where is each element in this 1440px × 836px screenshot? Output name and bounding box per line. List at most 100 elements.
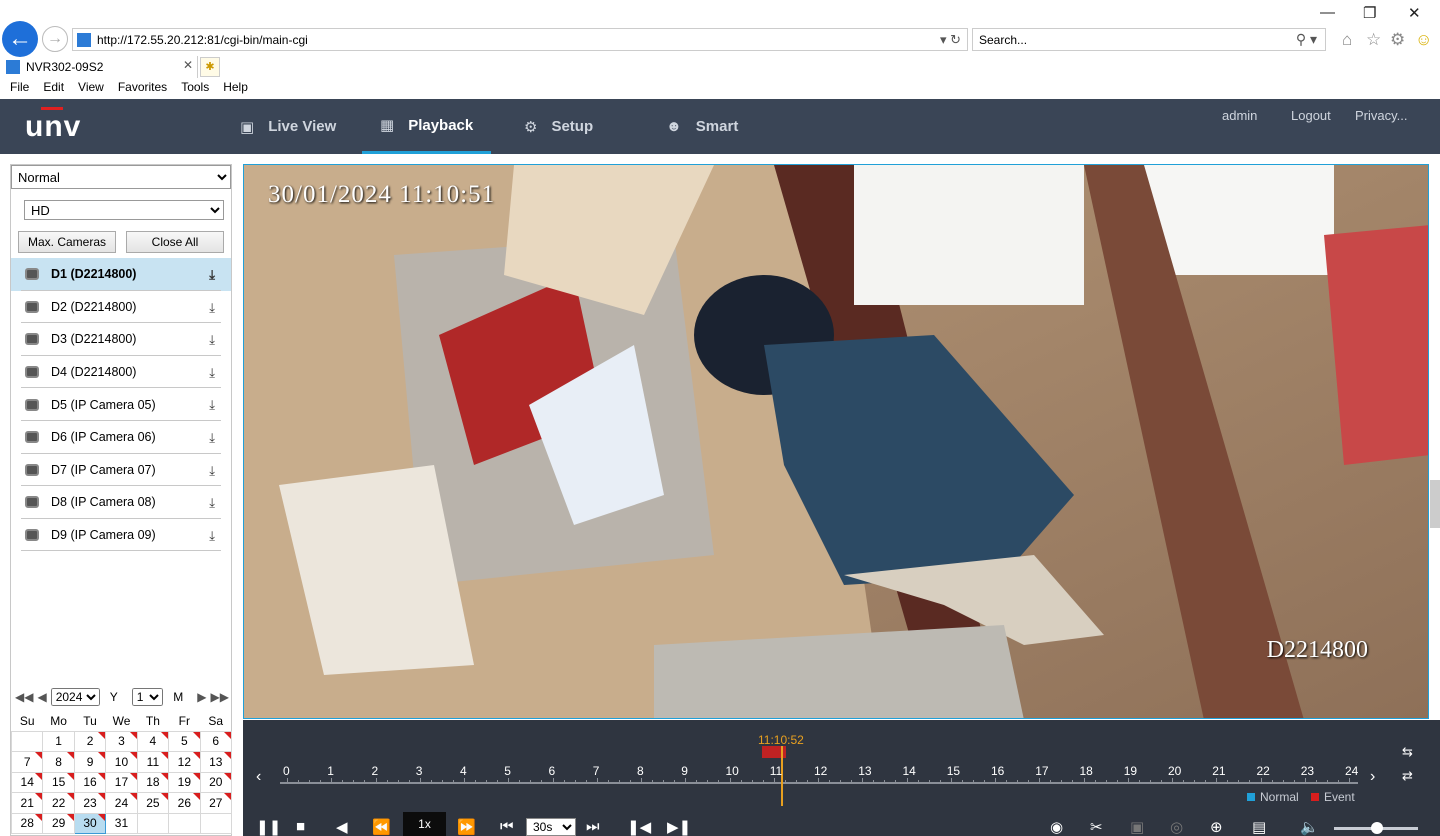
- camera-item[interactable]: D6 (IP Camera 06) ⤓: [11, 421, 231, 454]
- video-window[interactable]: 30/01/2024 11:10:51 D2214800: [243, 164, 1429, 719]
- nav-live-view[interactable]: ▣ Live View: [240, 99, 336, 154]
- snapshot-icon[interactable]: ◉: [1050, 818, 1063, 836]
- frame-back-icon[interactable]: ❚◀: [627, 818, 651, 836]
- pause-icon[interactable]: ❚❚: [256, 818, 281, 836]
- zoom-in-timeline-icon[interactable]: ⇆: [1402, 744, 1413, 760]
- calendar-day[interactable]: 31: [105, 812, 138, 834]
- browser-tab[interactable]: NVR302-09S2 ✕: [0, 56, 198, 78]
- download-icon[interactable]: ⤓: [209, 300, 215, 316]
- calendar-day[interactable]: 16: [73, 771, 107, 793]
- zoom-out-timeline-icon[interactable]: ⇄: [1402, 768, 1413, 784]
- calendar-day[interactable]: 29: [42, 812, 75, 834]
- camera-item[interactable]: D2 (D2214800) ⤓: [11, 291, 231, 324]
- download-icon[interactable]: ⤓: [209, 332, 215, 348]
- camera-item[interactable]: D4 (D2214800) ⤓: [11, 356, 231, 389]
- calendar-day[interactable]: 1: [42, 730, 75, 752]
- save-clip-icon[interactable]: ▣: [1130, 818, 1144, 836]
- calendar-day[interactable]: 24: [105, 792, 138, 814]
- skip-interval-select[interactable]: 30s: [526, 818, 576, 836]
- calendar-day[interactable]: 28: [10, 812, 44, 834]
- calendar-day[interactable]: 25: [136, 792, 170, 814]
- skip-back-icon[interactable]: ⏮: [500, 818, 514, 835]
- refresh-icon[interactable]: ▾ ↻: [940, 32, 961, 48]
- menu-favorites[interactable]: Favorites: [118, 80, 167, 98]
- calendar-day[interactable]: 18: [136, 771, 170, 793]
- calendar-day[interactable]: 21: [10, 792, 44, 814]
- prev-year-icon[interactable]: ◀◀: [15, 690, 33, 704]
- calendar-day[interactable]: 19: [168, 771, 201, 793]
- forward-button[interactable]: →: [42, 26, 68, 52]
- calendar-day[interactable]: 26: [168, 792, 201, 814]
- stop-icon[interactable]: ■: [296, 818, 305, 835]
- audio-settings-icon[interactable]: ▤: [1252, 818, 1266, 836]
- nav-playback[interactable]: ▦ Playback: [362, 99, 492, 154]
- calendar-day[interactable]: 3: [105, 730, 138, 752]
- camera-item[interactable]: D7 (IP Camera 07) ⤓: [11, 454, 231, 487]
- download-icon[interactable]: ⤓: [209, 463, 215, 479]
- menu-tools[interactable]: Tools: [181, 80, 209, 98]
- calendar-day[interactable]: 17: [105, 771, 138, 793]
- reverse-play-icon[interactable]: ◀: [336, 818, 348, 836]
- menu-view[interactable]: View: [78, 80, 104, 98]
- minimize-icon[interactable]: —: [1320, 4, 1335, 21]
- calendar-day[interactable]: 9: [73, 751, 107, 773]
- timeline-next-icon[interactable]: ›: [1370, 768, 1375, 786]
- digital-zoom-icon[interactable]: ⊕: [1210, 818, 1223, 836]
- calendar-day[interactable]: 20: [199, 771, 233, 793]
- address-bar[interactable]: http://172.55.20.212:81/cgi-bin/main-cgi…: [72, 28, 968, 51]
- download-icon[interactable]: ⤓: [209, 267, 215, 283]
- calendar-day[interactable]: 8: [42, 751, 75, 773]
- download-icon[interactable]: ⤓: [209, 397, 215, 413]
- calendar-day[interactable]: 2: [73, 730, 107, 752]
- close-window-icon[interactable]: ✕: [1408, 4, 1421, 22]
- page-scrollbar[interactable]: [1430, 480, 1440, 528]
- volume-icon[interactable]: 🔈: [1300, 818, 1319, 836]
- calendar-day[interactable]: 30: [73, 812, 107, 834]
- year-select[interactable]: 2024: [50, 688, 100, 706]
- logout-link[interactable]: Logout: [1291, 108, 1331, 123]
- slow-down-icon[interactable]: ⏪: [372, 818, 391, 836]
- privacy-link[interactable]: Privacy...: [1355, 108, 1408, 123]
- calendar-day[interactable]: 27: [199, 792, 233, 814]
- frame-forward-icon[interactable]: ▶❚: [667, 818, 691, 836]
- volume-slider-handle[interactable]: [1371, 822, 1383, 834]
- month-select[interactable]: 1: [131, 688, 164, 706]
- nav-smart[interactable]: ☻ Smart: [666, 99, 738, 154]
- tab-close-icon[interactable]: ✕: [183, 58, 193, 72]
- camera-item[interactable]: D3 (D2214800) ⤓: [11, 323, 231, 356]
- playback-mode-select[interactable]: Normal: [11, 165, 231, 189]
- smiley-icon[interactable]: ☺: [1415, 30, 1432, 50]
- speed-up-icon[interactable]: ⏩: [457, 818, 476, 836]
- close-all-button[interactable]: Close All: [126, 231, 224, 253]
- calendar-day[interactable]: 4: [136, 730, 170, 752]
- calendar-day[interactable]: 23: [73, 792, 107, 814]
- new-tab-button[interactable]: ✱: [200, 57, 220, 77]
- timeline-prev-icon[interactable]: ‹: [256, 768, 261, 786]
- back-button[interactable]: ←: [2, 21, 38, 57]
- next-month-icon[interactable]: ▶: [197, 690, 206, 704]
- calendar-day[interactable]: 14: [10, 771, 44, 793]
- next-year-icon[interactable]: ▶▶: [211, 690, 229, 704]
- calendar-day[interactable]: 11: [136, 751, 170, 773]
- clip-icon[interactable]: ✂: [1090, 818, 1103, 836]
- camera-item[interactable]: D5 (IP Camera 05) ⤓: [11, 388, 231, 421]
- prev-month-icon[interactable]: ◀: [37, 690, 46, 704]
- calendar-day[interactable]: 12: [168, 751, 201, 773]
- nav-setup[interactable]: ⚙ Setup: [524, 99, 593, 154]
- search-box[interactable]: Search... ⚲ ▾: [972, 28, 1326, 51]
- menu-file[interactable]: File: [10, 80, 29, 98]
- download-icon[interactable]: ⤓: [209, 528, 215, 544]
- camera-item[interactable]: D8 (IP Camera 08) ⤓: [11, 486, 231, 519]
- stream-select[interactable]: HD: [24, 200, 224, 220]
- download-icon[interactable]: ⤓: [209, 365, 215, 381]
- settings-gear-icon[interactable]: ⚙: [1390, 30, 1405, 50]
- search-icon[interactable]: ⚲ ▾: [1296, 31, 1317, 48]
- calendar-day[interactable]: 22: [42, 792, 75, 814]
- calendar-day[interactable]: 10: [105, 751, 138, 773]
- home-icon[interactable]: ⌂: [1342, 30, 1352, 50]
- star-icon[interactable]: ☆: [1366, 30, 1381, 50]
- max-cameras-button[interactable]: Max. Cameras: [18, 231, 116, 253]
- restore-icon[interactable]: ❐: [1363, 4, 1376, 22]
- calendar-day[interactable]: 7: [10, 751, 44, 773]
- camera-item[interactable]: D1 (D2214800) ⤓: [11, 258, 231, 291]
